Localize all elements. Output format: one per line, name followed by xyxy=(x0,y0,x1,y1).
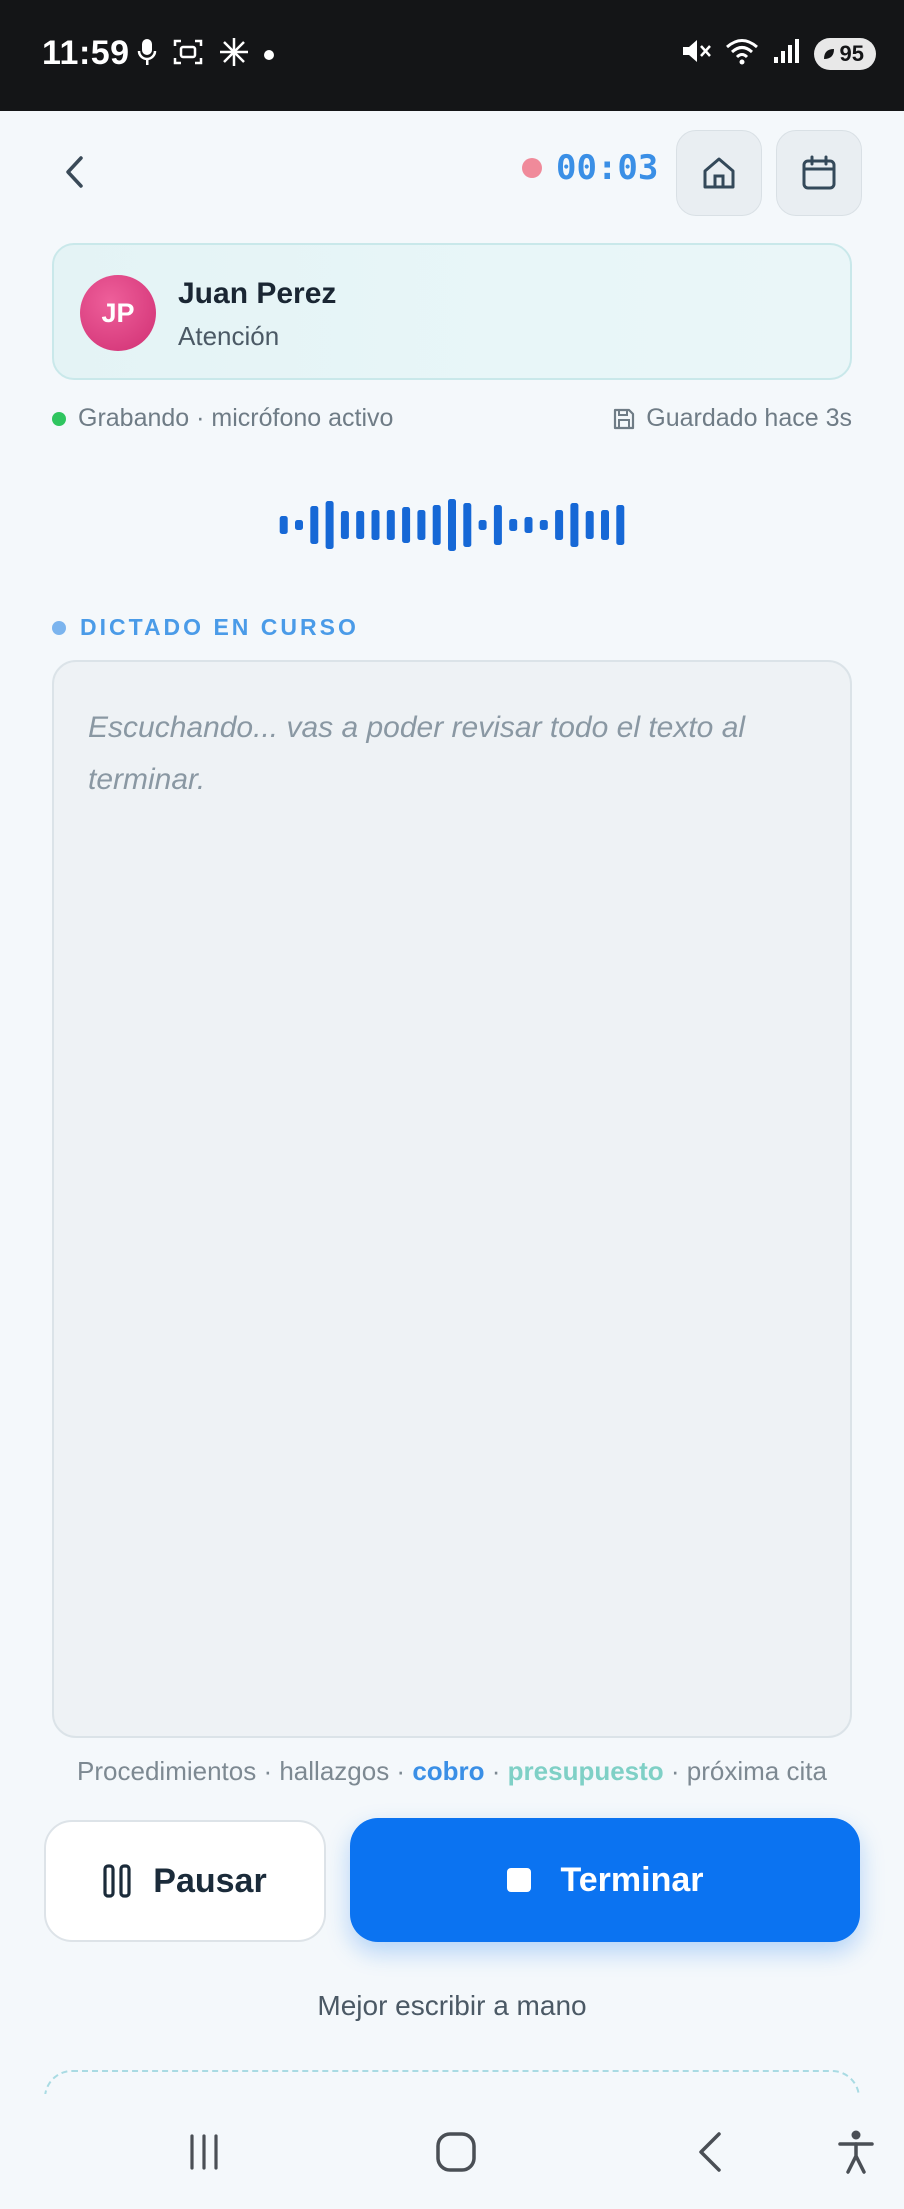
stop-icon xyxy=(506,1868,531,1892)
system-nav-bar xyxy=(0,2094,904,2209)
dictation-label-text: DICTADO EN CURSO xyxy=(80,614,359,640)
transcript-area[interactable]: Escuchando... vas a poder revisar todo e… xyxy=(52,660,852,1738)
home-circle-icon xyxy=(436,2132,476,2172)
back-nav-icon xyxy=(699,2132,721,2172)
home-button[interactable] xyxy=(676,130,762,216)
avatar: JP xyxy=(80,275,156,351)
status-bar: 11:59 95 xyxy=(0,0,904,111)
waveform-bar xyxy=(402,507,411,543)
active-indicator xyxy=(52,411,66,426)
save-status-text: Guardado hace 3s xyxy=(646,404,852,432)
mute-icon xyxy=(680,36,712,71)
back-nav-button[interactable] xyxy=(680,2124,740,2180)
waveform-bar xyxy=(295,520,303,530)
recents-button[interactable] xyxy=(174,2124,234,2180)
battery-icon: 95 xyxy=(813,37,876,70)
waveform-bar xyxy=(340,511,349,539)
status-icons-right: 95 xyxy=(680,36,876,71)
transcript-placeholder: Escuchando... vas a poder revisar todo e… xyxy=(88,711,746,796)
waveform-bar xyxy=(493,505,502,545)
waveform-bar xyxy=(570,503,579,547)
signal-icon xyxy=(772,37,802,70)
waveform-bar xyxy=(386,510,395,540)
keyword-hallazgos: hallazgos xyxy=(279,1756,390,1786)
appointment-type: Atención xyxy=(178,321,280,351)
battery-level: 95 xyxy=(839,40,864,66)
finish-label: Terminar xyxy=(560,1860,704,1899)
home-nav-button[interactable] xyxy=(426,2124,486,2180)
waveform-bar xyxy=(463,503,472,547)
waveform-bar xyxy=(448,499,456,551)
waveform-bar xyxy=(524,517,533,533)
save-status: Guardado hace 3s xyxy=(612,404,852,433)
patient-name: Juan Perez xyxy=(178,277,337,310)
pause-label: Pausar xyxy=(153,1861,267,1900)
waveform-bar xyxy=(478,520,487,530)
write-manually-label: Mejor escribir a mano xyxy=(317,1990,587,2021)
keyword-cobro: cobro xyxy=(412,1756,485,1786)
waveform-bar xyxy=(601,510,609,540)
finish-button[interactable]: Terminar xyxy=(350,1818,860,1942)
pause-button[interactable]: Pausar xyxy=(44,1820,326,1942)
save-icon xyxy=(614,408,635,429)
recording-status: Grabando · micrófono activo xyxy=(52,404,393,433)
recents-icon xyxy=(190,2134,218,2170)
waveform-bar xyxy=(417,510,426,540)
keyword-proxima-cita: próxima cita xyxy=(686,1756,827,1786)
waveform-bar xyxy=(310,506,319,544)
keyword-procedimientos: Procedimientos xyxy=(77,1756,257,1786)
waveform-bar xyxy=(325,501,334,549)
keyword-presupuesto: presupuesto xyxy=(507,1756,664,1786)
screen-record-icon xyxy=(172,37,204,72)
patient-card[interactable]: JP Juan Perez Atención xyxy=(52,243,852,380)
recording-status-text: Grabando · micrófono activo xyxy=(78,404,394,432)
calendar-button[interactable] xyxy=(776,130,862,216)
waveform-bar xyxy=(279,516,288,534)
timer-value: 00:03 xyxy=(556,148,659,188)
pause-icon xyxy=(103,1864,131,1898)
audio-waveform xyxy=(279,499,625,551)
accessibility-icon xyxy=(838,2130,874,2174)
write-manually-link[interactable]: Mejor escribir a mano xyxy=(0,1990,904,2022)
status-time: 11:59 xyxy=(42,34,130,72)
waveform-bar xyxy=(585,511,594,539)
dictation-dot xyxy=(52,620,66,635)
keyword-hints: Procedimientos · hallazgos · cobro · pre… xyxy=(77,1756,827,1786)
dot-icon xyxy=(264,49,274,60)
accessibility-button[interactable] xyxy=(826,2124,886,2180)
waveform-bar xyxy=(555,510,564,540)
mic-icon xyxy=(136,37,158,72)
recording-dot xyxy=(522,158,542,178)
waveform-bar xyxy=(356,511,365,539)
wifi-icon xyxy=(724,36,760,71)
waveform-bar xyxy=(509,519,518,531)
home-icon xyxy=(703,157,735,189)
status-icons-left xyxy=(136,36,274,73)
recording-timer: 00:03 xyxy=(522,148,658,188)
sparkle-icon xyxy=(218,36,250,73)
back-button[interactable] xyxy=(52,150,96,194)
calendar-icon xyxy=(802,155,836,190)
dictation-label: DICTADO EN CURSO xyxy=(52,614,359,641)
waveform-bar xyxy=(539,520,548,530)
waveform-bar xyxy=(616,505,625,545)
waveform-bar xyxy=(371,510,380,540)
waveform-bar xyxy=(432,505,441,545)
chevron-left-icon xyxy=(66,156,83,188)
